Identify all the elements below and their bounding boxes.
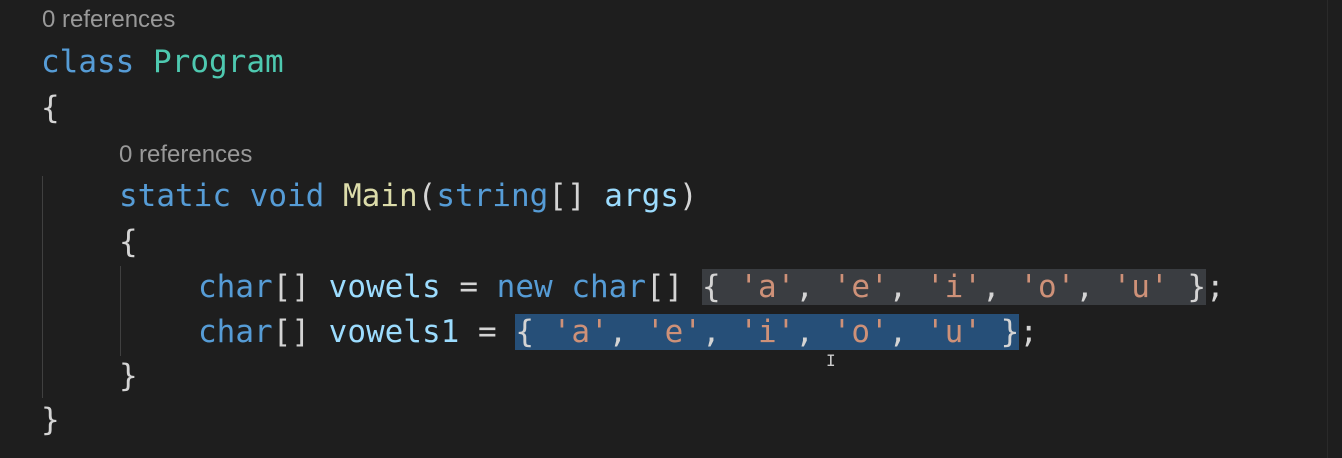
keyword: char	[571, 269, 646, 305]
brackets: []	[272, 314, 310, 350]
char-literal: 'e'	[646, 314, 702, 350]
indent-guide	[120, 266, 121, 356]
codelens-references[interactable]: 0 references	[119, 141, 252, 169]
codelens-references[interactable]: 0 references	[42, 6, 175, 34]
code-line: char[] vowels1 = { 'a', 'e', 'i', 'o', '…	[198, 314, 1038, 350]
vertical-scrollbar[interactable]	[1327, 0, 1342, 458]
highlighted-initializer: { 'a', 'e', 'i', 'o', 'u' }	[701, 269, 1206, 305]
keyword: char	[198, 314, 273, 350]
code-line: }	[119, 358, 138, 394]
char-literal: 'o'	[832, 314, 889, 350]
keyword: class	[41, 44, 135, 80]
char-literal: 'i'	[925, 269, 982, 305]
code-editor[interactable]: 0 references class Program { 0 reference…	[0, 0, 1342, 458]
char-literal: 'o'	[1019, 269, 1076, 305]
variable: vowels	[328, 269, 441, 305]
char-literal: 'i'	[739, 314, 796, 350]
brackets: []	[272, 269, 310, 305]
char-literal: 'e'	[832, 269, 889, 305]
brace: }	[41, 402, 60, 438]
operator: =	[477, 314, 497, 350]
keyword: char	[198, 269, 273, 305]
brace: {	[41, 90, 60, 126]
parameter: args	[604, 178, 679, 214]
brackets: []	[645, 269, 684, 305]
brace: {	[701, 269, 721, 305]
method-name: Main	[342, 178, 418, 214]
text-cursor-icon: I	[826, 351, 836, 370]
brace: }	[1000, 314, 1020, 350]
char-literal: 'u'	[925, 314, 982, 350]
char-literal: 'a'	[552, 314, 609, 350]
brace: }	[1187, 269, 1206, 305]
brace: {	[515, 314, 534, 350]
indent-guide	[42, 176, 43, 398]
code-line: {	[41, 90, 60, 126]
operator: =	[459, 269, 478, 305]
char-literal: 'u'	[1112, 269, 1169, 305]
keyword: static	[119, 178, 231, 214]
keyword: string	[436, 178, 549, 214]
selected-initializer[interactable]: { 'a', 'e', 'i', 'o', 'u' }	[515, 314, 1020, 350]
brackets: []	[548, 178, 586, 214]
char-literal: 'a'	[739, 269, 796, 305]
semicolon: ;	[1205, 269, 1225, 305]
code-line: }	[41, 402, 60, 438]
brace: {	[119, 224, 138, 260]
paren: )	[678, 178, 698, 214]
code-line: {	[119, 224, 138, 260]
brace: }	[119, 358, 138, 394]
keyword: new	[496, 269, 553, 305]
code-line: static void Main(string[] args)	[119, 178, 698, 214]
variable: vowels1	[328, 314, 460, 350]
code-line: char[] vowels = new char[] { 'a', 'e', '…	[198, 269, 1225, 305]
class-name: Program	[153, 44, 284, 80]
paren: (	[417, 178, 437, 214]
keyword: void	[249, 178, 325, 214]
code-line: class Program	[41, 44, 284, 80]
semicolon: ;	[1019, 314, 1038, 350]
